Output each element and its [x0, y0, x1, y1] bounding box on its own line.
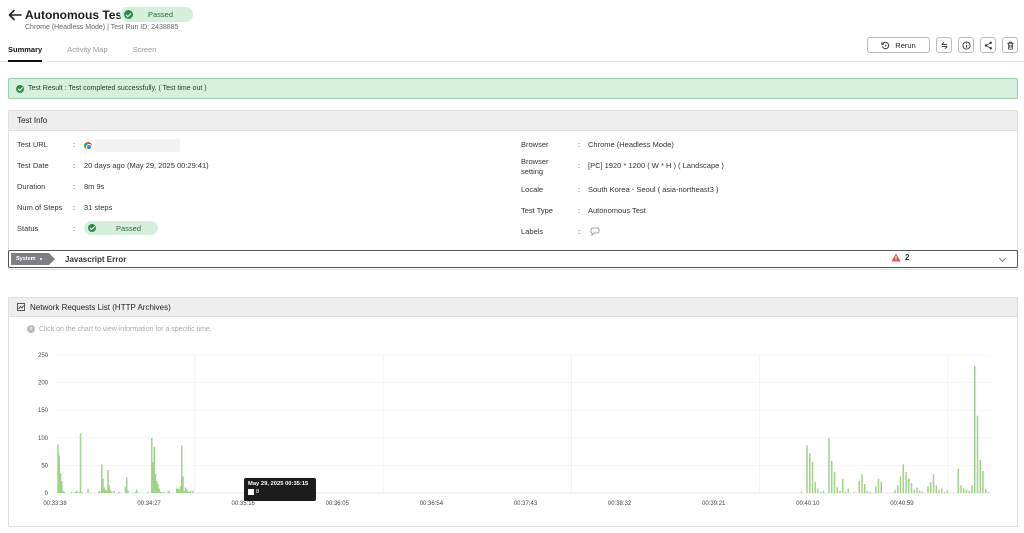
chart-bar: [853, 491, 855, 493]
chart-bar: [943, 491, 946, 493]
chart-bar: [968, 490, 970, 493]
chart-bar: [927, 486, 929, 493]
chart-bar: [822, 490, 825, 493]
chart-bar: [836, 487, 838, 493]
chart-bar: [87, 488, 89, 493]
chart-bar: [63, 491, 65, 493]
chart-bar: [919, 490, 921, 493]
chart-bar: [800, 491, 803, 493]
chart-bar: [941, 488, 943, 493]
chart-bar: [817, 488, 819, 493]
chart-bar: [839, 490, 841, 493]
chart-bar: [842, 478, 844, 493]
chart-bar: [858, 480, 860, 493]
y-tick-label: 200: [38, 381, 49, 387]
x-tick-label: 00:33:38: [43, 501, 67, 507]
chart-bar: [809, 453, 811, 493]
chart-bar: [76, 490, 78, 493]
chart-tooltip: May 29, 2025 00:35:15 8: [244, 478, 316, 501]
chart-bar: [820, 491, 822, 493]
chart-bar: [971, 485, 973, 493]
x-tick-label: 00:40:59: [890, 501, 914, 507]
chart-bar: [163, 491, 165, 493]
x-tick-label: 00:36:05: [326, 501, 350, 507]
chart-bar: [985, 488, 987, 493]
chart-bar: [908, 478, 910, 493]
chart-bar: [976, 415, 979, 493]
chart-bar: [71, 491, 73, 493]
chart-bar: [965, 489, 968, 493]
chart-bar: [979, 459, 981, 493]
chart-bar: [831, 460, 833, 493]
x-tick-label: 00:37:43: [514, 501, 538, 507]
x-tick-label: 00:36:54: [420, 501, 444, 507]
chart-bar: [910, 483, 913, 493]
chart-bar: [147, 491, 149, 493]
chart-bar: [935, 485, 937, 493]
chart-bar: [913, 489, 915, 493]
y-tick-label: 0: [45, 491, 49, 497]
chart-bar: [847, 488, 849, 493]
chart-bar: [875, 486, 877, 493]
chart-bar: [811, 462, 814, 493]
chart-bar: [111, 491, 113, 493]
chart-bar: [814, 481, 816, 493]
chart-bar: [833, 472, 836, 493]
chart-bar: [957, 468, 959, 493]
chart-bar: [916, 487, 918, 493]
chart-bar: [127, 490, 129, 493]
chart-bar: [161, 491, 163, 493]
tooltip-value: 8: [256, 489, 260, 495]
x-tick-label: 00:39:21: [702, 501, 726, 507]
chart-bar: [963, 488, 965, 493]
chart-bar: [806, 445, 808, 493]
chart-bar: [192, 490, 194, 493]
y-tick-label: 50: [41, 463, 48, 469]
chart-bar: [844, 491, 847, 493]
tooltip-swatch: [248, 489, 254, 495]
chart-bar: [828, 437, 830, 493]
chart-bar: [79, 433, 82, 493]
chart-bar: [877, 478, 880, 493]
tooltip-time: May 29, 2025 00:35:15: [248, 481, 309, 487]
chart-bar: [168, 490, 170, 493]
chart-bar: [946, 490, 948, 493]
chart-bar: [899, 476, 902, 493]
x-tick-label: 00:34:27: [137, 501, 161, 507]
y-tick-label: 150: [38, 408, 49, 414]
chart-bar: [938, 489, 940, 493]
chart-bar: [866, 490, 869, 493]
chart-bar: [974, 366, 976, 493]
x-tick-label: 00:35:16: [232, 501, 256, 507]
chart-bar: [136, 489, 138, 493]
chart-bar: [921, 491, 924, 493]
chart-bar: [930, 481, 932, 493]
chart-bar: [897, 485, 899, 493]
chart-bar: [182, 476, 184, 493]
chart-bar: [905, 472, 907, 493]
chart-bar: [960, 485, 962, 493]
chart-bar: [861, 474, 863, 493]
chart-bar: [902, 464, 904, 493]
chart-bar: [118, 491, 120, 493]
y-tick-label: 250: [38, 353, 49, 359]
chart-bar: [113, 490, 115, 493]
network-requests-chart[interactable]: 0 50 100 150 200 250 00:33:38 00:34:27 00:35:16 0…: [0, 0, 1024, 533]
x-tick-label: 00:38:32: [608, 501, 632, 507]
chart-bar: [81, 491, 83, 493]
chart-bar: [987, 491, 990, 493]
chart-bar: [894, 489, 896, 493]
chart-bar: [982, 470, 984, 493]
chart-bar: [869, 491, 871, 493]
x-tick-label: 00:40:10: [796, 501, 820, 507]
chart-bar: [880, 481, 882, 493]
y-tick-label: 100: [38, 436, 49, 442]
chart-bar: [932, 474, 935, 493]
chart-bar: [189, 490, 192, 493]
chart-bar: [864, 484, 866, 493]
chart-bar: [126, 477, 128, 493]
